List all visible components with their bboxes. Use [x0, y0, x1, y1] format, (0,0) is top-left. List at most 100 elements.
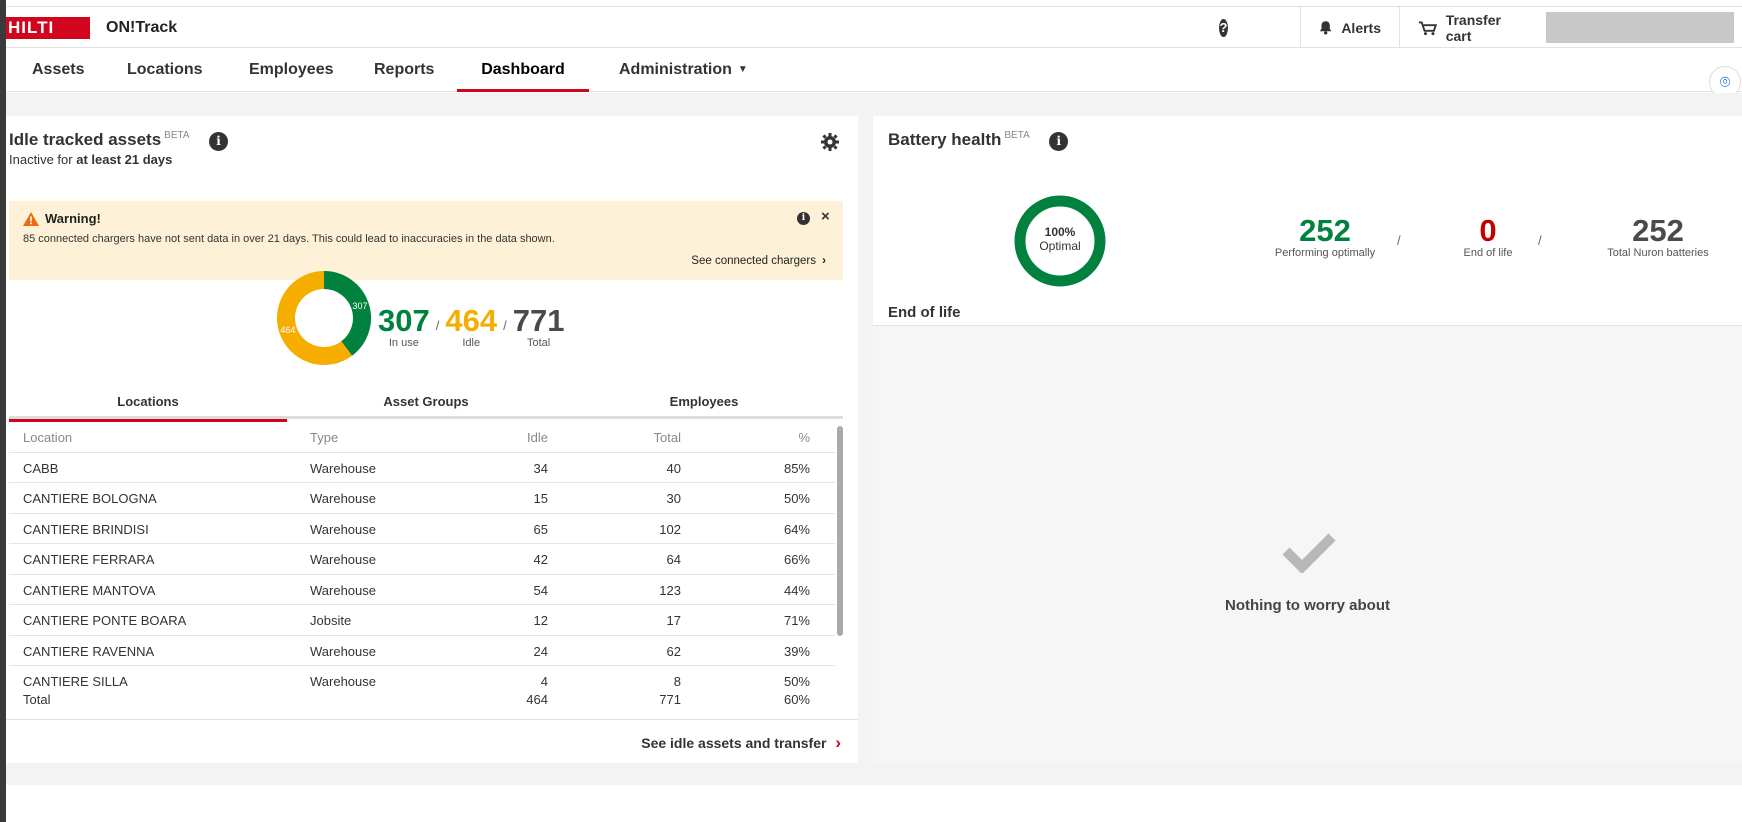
table-row[interactable]: CANTIERE BRINDISI Warehouse 65 102 64%: [9, 514, 835, 544]
kpi-performing-label: Performing optimally: [1274, 247, 1376, 259]
top-bar: HILTI ON!Track ? Alerts Transfer cart: [6, 6, 1742, 48]
cell-percent: 71%: [783, 613, 810, 628]
idle-donut-chart: 307 464: [277, 271, 371, 365]
battery-title-row: Battery health BETA i: [888, 130, 1069, 151]
cell-type: Warehouse: [310, 643, 376, 659]
cell-location: CANTIERE PONTE BOARA: [23, 613, 187, 628]
cell-percent: 85%: [783, 460, 810, 476]
idle-assets-panel: Idle tracked assets BETA i Inactive for a…: [6, 116, 858, 763]
tab-dashboard[interactable]: Dashboard: [457, 49, 589, 92]
cell-percent: 50%: [783, 491, 810, 506]
battery-donut-pct: 100%: [1044, 225, 1076, 239]
cell-type: Warehouse: [310, 674, 376, 689]
chevron-right-icon: ›: [822, 255, 826, 267]
idle-subtitle-prefix: Inactive for: [9, 152, 73, 167]
warning-title: Warning!: [45, 211, 101, 226]
panel-divider: [6, 719, 858, 720]
cell-percent: 50%: [783, 674, 810, 689]
col-total[interactable]: Total: [654, 430, 681, 445]
table-scrollbar[interactable]: [837, 426, 843, 636]
total-total: 771: [659, 692, 681, 707]
cell-idle: 65: [533, 521, 548, 537]
cell-idle: 42: [533, 552, 548, 567]
table-total-row: Total 464 771 60%: [9, 690, 835, 712]
see-idle-assets-link[interactable]: See idle assets and transfer ›: [641, 733, 841, 753]
tab-assets[interactable]: Assets: [6, 49, 110, 92]
col-location[interactable]: Location: [23, 430, 72, 445]
battery-health-panel: Battery health BETA i 100% Optimal 252 Per…: [873, 116, 1742, 763]
idle-slice-label: 464: [280, 325, 295, 335]
chevron-down-icon: ▼: [737, 64, 748, 75]
breakdown-tabs: Locations Asset Groups Employees: [9, 394, 843, 422]
tab-breakdown-employees[interactable]: Employees: [565, 394, 843, 419]
cell-percent: 39%: [783, 643, 810, 659]
see-idle-assets-label: See idle assets and transfer: [641, 735, 827, 751]
transfer-cart-button[interactable]: Transfer cart: [1399, 7, 1543, 48]
beta-badge: BETA: [1004, 130, 1030, 141]
app-name: ON!Track: [106, 19, 178, 36]
col-idle[interactable]: Idle: [527, 430, 548, 445]
cell-type: Warehouse: [310, 521, 376, 537]
locations-table: Location Type Idle Total % CABB Warehouse…: [9, 422, 835, 712]
col-type[interactable]: Type: [310, 430, 338, 445]
tab-breakdown-locations[interactable]: Locations: [9, 394, 287, 422]
eol-section-title: End of life: [888, 304, 961, 321]
warning-banner: Warning! i × 85 connected chargers have …: [9, 201, 843, 280]
cell-percent: 64%: [783, 521, 810, 537]
kpi-total-label: Total: [526, 337, 551, 349]
tab-administration[interactable]: Administration ▼: [593, 49, 774, 92]
cell-percent: 66%: [783, 552, 810, 567]
close-icon[interactable]: ×: [821, 208, 830, 225]
kpi-separator: /: [1397, 233, 1401, 248]
idle-subtitle-bold: at least 21 days: [76, 152, 173, 167]
table-row[interactable]: CANTIERE RAVENNA Warehouse 24 62 39%: [9, 636, 835, 666]
alerts-button[interactable]: Alerts: [1300, 7, 1399, 48]
idle-subtitle: Inactive for at least 21 days: [9, 152, 172, 167]
table-row[interactable]: CABB Warehouse 34 40 85%: [9, 453, 835, 483]
total-idle: 464: [526, 692, 548, 707]
eol-empty-state: Nothing to worry about: [873, 325, 1742, 763]
cell-idle: 12: [533, 613, 548, 628]
cell-total: 123: [659, 582, 681, 598]
info-icon[interactable]: i: [1049, 132, 1069, 151]
total-percent: 60%: [783, 692, 810, 707]
kpi-idle: 464 Idle: [445, 305, 497, 350]
help-button[interactable]: ?: [1201, 7, 1246, 48]
see-connected-chargers-link[interactable]: See connected chargers ›: [691, 255, 826, 267]
cell-percent: 44%: [783, 582, 810, 598]
tab-reports[interactable]: Reports: [348, 49, 460, 92]
table-row[interactable]: CANTIERE SILLA Warehouse 4 8 50%: [9, 666, 835, 690]
tab-locations[interactable]: Locations: [101, 49, 229, 92]
bell-icon: [1319, 21, 1332, 35]
kpi-eol-value: 0: [1479, 213, 1497, 248]
user-menu-placeholder[interactable]: [1546, 12, 1734, 43]
battery-donut-label: 100% Optimal: [1012, 225, 1108, 253]
info-icon[interactable]: i: [209, 132, 228, 151]
cell-total: 30: [666, 491, 681, 506]
table-header-row: Location Type Idle Total %: [9, 422, 835, 453]
dashboard-area: Idle tracked assets BETA i Inactive for a…: [6, 93, 1742, 785]
kpi-separator: /: [1538, 233, 1542, 248]
table-row[interactable]: CANTIERE FERRARA Warehouse 42 64 66%: [9, 544, 835, 575]
warning-header: Warning!: [23, 211, 101, 226]
hilti-logo[interactable]: HILTI: [6, 17, 90, 39]
cell-location: CANTIERE BOLOGNA: [23, 491, 157, 506]
kpi-performing-value: 252: [1299, 213, 1351, 248]
battery-title: Battery health: [888, 130, 1002, 149]
warning-text: 85 connected chargers have not sent data…: [23, 233, 555, 245]
warning-info-icon[interactable]: i: [797, 212, 810, 225]
tab-breakdown-asset-groups[interactable]: Asset Groups: [287, 394, 565, 419]
chevron-right-icon: ›: [835, 733, 841, 752]
table-row[interactable]: CANTIERE BOLOGNA Warehouse 15 30 50%: [9, 483, 835, 514]
cell-location: CANTIERE FERRARA: [23, 552, 155, 567]
col-percent[interactable]: %: [798, 430, 810, 445]
empty-message: Nothing to worry about: [1225, 597, 1390, 614]
kpi-eol-label: End of life: [1463, 247, 1513, 259]
table-row[interactable]: CANTIERE PONTE BOARA Jobsite 12 17 71%: [9, 605, 835, 636]
main-nav: Assets Locations Employees Reports Dashb…: [6, 49, 1742, 92]
cell-idle: 15: [533, 491, 548, 506]
tab-employees[interactable]: Employees: [223, 49, 359, 92]
kpi-end-of-life: 0 End of life: [1438, 213, 1538, 260]
gear-icon[interactable]: [820, 132, 840, 152]
table-row[interactable]: CANTIERE MANTOVA Warehouse 54 123 44%: [9, 575, 835, 605]
